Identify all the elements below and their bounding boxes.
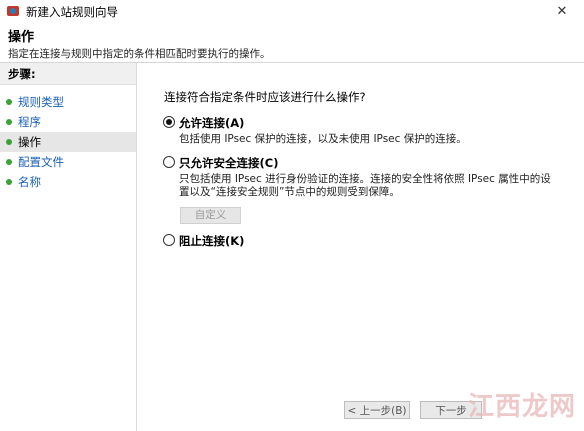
allow-connection-label: 允许连接(A) — [179, 116, 245, 130]
sidebar-item-name[interactable]: 名称 — [0, 172, 136, 192]
action-question: 连接符合指定条件时应该进行什么操作? — [164, 90, 366, 104]
sidebar-item-action[interactable]: 操作 — [0, 132, 136, 152]
block-connection-label: 阻止连接(K) — [179, 234, 245, 248]
allow-connection-option[interactable]: 允许连接(A) — [163, 115, 244, 131]
sidebar-item-program[interactable]: 程序 — [0, 112, 136, 132]
close-button[interactable]: ✕ — [540, 0, 584, 22]
allow-connection-description: 包括使用 IPsec 保护的连接，以及未使用 IPsec 保护的连接。 — [179, 133, 467, 145]
sidebar-item-label: 程序 — [18, 115, 41, 129]
customize-button[interactable]: 自定义 — [180, 207, 241, 224]
window-title: 新建入站规则向导 — [26, 5, 118, 19]
secure-connection-radio[interactable] — [163, 156, 175, 168]
step-bullet-icon — [6, 139, 12, 145]
step-bullet-icon — [6, 179, 12, 185]
secure-connection-description: 只包括使用 IPsec 进行身份验证的连接。连接的安全性将依照 IPsec 属性… — [179, 173, 551, 198]
sidebar-item-rule-type[interactable]: 规则类型 — [0, 92, 136, 112]
block-connection-radio[interactable] — [163, 234, 175, 246]
steps-heading: 步骤: — [0, 63, 136, 85]
page-title: 操作 — [8, 30, 35, 45]
secure-connection-option[interactable]: 只允许安全连接(C) — [163, 155, 278, 171]
sidebar-item-label: 规则类型 — [18, 95, 64, 109]
sidebar-item-label: 配置文件 — [18, 155, 64, 169]
close-icon: ✕ — [556, 3, 568, 19]
block-connection-option[interactable]: 阻止连接(K) — [163, 233, 244, 249]
back-button[interactable]: < 上一步(B) — [344, 401, 410, 419]
page-subtitle: 指定在连接与规则中指定的条件相匹配时要执行的操作。 — [8, 48, 271, 60]
sidebar-item-profile[interactable]: 配置文件 — [0, 152, 136, 172]
title-bar: 新建入站规则向导 ✕ — [0, 0, 584, 23]
firewall-app-icon — [7, 6, 19, 16]
step-bullet-icon — [6, 99, 12, 105]
page-header: 操作 指定在连接与规则中指定的条件相匹配时要执行的操作。 — [0, 22, 584, 63]
steps-sidebar: 步骤: 规则类型 程序 操作 配置文件 名称 — [0, 63, 137, 431]
step-bullet-icon — [6, 119, 12, 125]
sidebar-item-label: 操作 — [18, 135, 41, 149]
sidebar-item-label: 名称 — [18, 175, 41, 189]
main-panel: 连接符合指定条件时应该进行什么操作? 允许连接(A) 包括使用 IPsec 保护… — [137, 63, 584, 431]
secure-connection-label: 只允许安全连接(C) — [179, 156, 279, 170]
watermark-logo: 江西龙网 — [467, 392, 576, 422]
allow-connection-radio[interactable] — [163, 116, 175, 128]
step-bullet-icon — [6, 159, 12, 165]
